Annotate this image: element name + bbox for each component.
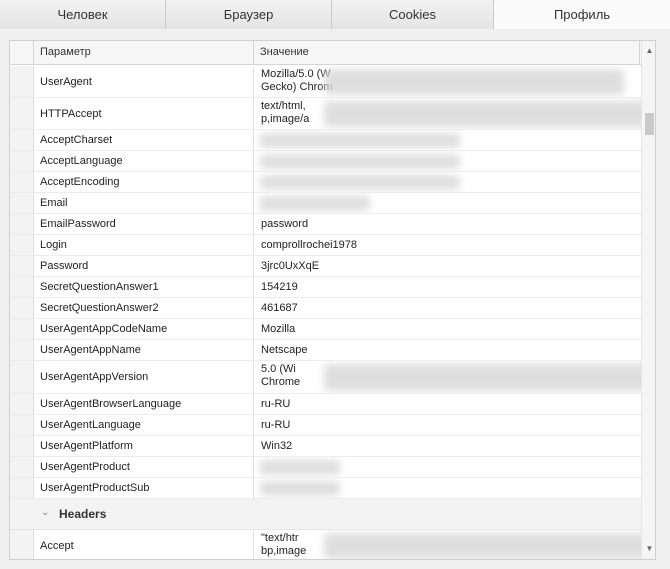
parameter-name: UserAgentLanguage <box>34 415 254 435</box>
tab-browser[interactable]: Браузер <box>166 0 332 29</box>
parameter-name: UserAgentProduct <box>34 457 254 477</box>
parameter-name: Email <box>34 193 254 213</box>
table-row[interactable]: UserAgentAppVersion 5.0 (Wi Chrome <box>10 361 641 394</box>
tab-cookies[interactable]: Cookies <box>332 0 494 29</box>
parameter-name: AcceptEncoding <box>34 172 254 192</box>
parameter-name: EmailPassword <box>34 214 254 234</box>
parameter-name: UserAgent <box>34 66 254 97</box>
arrow-down-icon[interactable]: ▼ <box>642 541 655 557</box>
value-text: 461687 <box>261 302 298 314</box>
parameter-name: AcceptLanguage <box>34 151 254 171</box>
parameter-value[interactable] <box>254 193 641 213</box>
redacted-value <box>260 196 370 211</box>
property-grid: Параметр Значение UserAgent Mozilla/5.0 (… <box>9 40 656 560</box>
table-row[interactable]: AcceptCharset <box>10 130 641 151</box>
parameter-value[interactable]: ru-RU <box>254 415 641 435</box>
redacted-value <box>260 154 460 169</box>
redacted-value <box>260 481 340 496</box>
parameter-name: Accept <box>34 530 254 559</box>
parameter-value[interactable]: password <box>254 214 641 234</box>
table-row[interactable]: Email <box>10 193 641 214</box>
parameter-name: UserAgentAppCodeName <box>34 319 254 339</box>
redacted-value <box>260 460 340 475</box>
parameter-value[interactable]: Netscape <box>254 340 641 360</box>
parameter-value[interactable]: text/html, p,image/a <box>254 98 641 129</box>
tab-bar: Человек Браузер Cookies Профиль <box>0 0 670 29</box>
parameter-value[interactable] <box>254 151 641 171</box>
parameter-value[interactable]: 154219 <box>254 277 641 297</box>
value-text: Netscape <box>261 344 308 356</box>
table-row[interactable]: Password 3jrc0UxXqE <box>10 256 641 277</box>
parameter-name: UserAgentPlatform <box>34 436 254 456</box>
parameter-name: AcceptCharset <box>34 130 254 150</box>
table-row[interactable]: UserAgentProduct <box>10 457 641 478</box>
parameter-name: UserAgentAppName <box>34 340 254 360</box>
grid-header: Параметр Значение <box>10 41 641 65</box>
parameter-name: HTTPAccept <box>34 98 254 129</box>
parameter-value[interactable]: ru-RU <box>254 394 641 414</box>
redacted-value <box>260 133 460 148</box>
value-text: 3jrc0UxXqE <box>261 260 320 272</box>
table-row[interactable]: UserAgent Mozilla/5.0 (W Gecko) Chrom <box>10 66 641 98</box>
parameter-name: UserAgentBrowserLanguage <box>34 394 254 414</box>
parameter-value[interactable] <box>254 457 641 477</box>
arrow-up-icon[interactable]: ▲ <box>642 43 655 59</box>
table-row[interactable]: Accept "text/htr bp,image <box>10 530 641 559</box>
vertical-scrollbar[interactable]: ▲ ▼ <box>641 41 655 559</box>
table-row[interactable]: AcceptLanguage <box>10 151 641 172</box>
table-row[interactable]: UserAgentAppCodeName Mozilla <box>10 319 641 340</box>
table-row[interactable]: UserAgentBrowserLanguage ru-RU <box>10 394 641 415</box>
column-header-parameter[interactable]: Параметр <box>34 41 254 65</box>
table-row[interactable]: UserAgentLanguage ru-RU <box>10 415 641 436</box>
table-row[interactable]: SecretQuestionAnswer2 461687 <box>10 298 641 319</box>
tab-profile[interactable]: Профиль <box>494 0 670 29</box>
redacted-value <box>324 69 624 95</box>
parameter-value[interactable]: comprollrochei1978 <box>254 235 641 255</box>
value-text: Mozilla <box>261 323 296 335</box>
parameter-name: SecretQuestionAnswer1 <box>34 277 254 297</box>
value-text: 154219 <box>261 281 298 293</box>
parameter-name: Login <box>34 235 254 255</box>
parameter-value[interactable]: 5.0 (Wi Chrome <box>254 361 641 393</box>
table-row[interactable]: EmailPassword password <box>10 214 641 235</box>
parameter-name: SecretQuestionAnswer2 <box>34 298 254 318</box>
value-text: password <box>261 218 309 230</box>
parameter-value[interactable]: Win32 <box>254 436 641 456</box>
parameter-value[interactable] <box>254 172 641 192</box>
table-row[interactable]: AcceptEncoding <box>10 172 641 193</box>
chevron-down-icon[interactable]: ⌄ <box>41 508 51 518</box>
parameter-value[interactable]: 3jrc0UxXqE <box>254 256 641 276</box>
grid-rows: UserAgent Mozilla/5.0 (W Gecko) Chrom HTTPA… <box>10 66 641 559</box>
table-row[interactable]: Login comprollrochei1978 <box>10 235 641 256</box>
scrollbar-thumb[interactable] <box>645 113 654 135</box>
tab-person[interactable]: Человек <box>0 0 166 29</box>
redacted-value <box>324 101 641 127</box>
redacted-value <box>324 364 641 391</box>
table-row[interactable]: SecretQuestionAnswer1 154219 <box>10 277 641 298</box>
header-gutter <box>10 41 34 65</box>
parameter-value[interactable] <box>254 130 641 150</box>
parameter-value[interactable] <box>254 478 641 498</box>
section-headers[interactable]: ⌄ Headers <box>10 499 641 530</box>
table-row[interactable]: UserAgentPlatform Win32 <box>10 436 641 457</box>
table-row[interactable]: UserAgentAppName Netscape <box>10 340 641 361</box>
section-title: Headers <box>59 507 107 521</box>
parameter-name: Password <box>34 256 254 276</box>
parameter-name: UserAgentAppVersion <box>34 361 254 393</box>
parameter-value[interactable]: Mozilla <box>254 319 641 339</box>
value-text: ru-RU <box>261 419 291 431</box>
table-row[interactable]: HTTPAccept text/html, p,image/a <box>10 98 641 130</box>
value-text: Win32 <box>261 440 293 452</box>
parameter-value[interactable]: Mozilla/5.0 (W Gecko) Chrom <box>254 66 641 97</box>
parameter-value[interactable]: "text/htr bp,image <box>254 530 641 559</box>
redacted-value <box>324 533 641 559</box>
redacted-value <box>260 175 460 190</box>
parameter-name: UserAgentProductSub <box>34 478 254 498</box>
value-text: comprollrochei1978 <box>261 239 357 251</box>
parameter-value[interactable]: 461687 <box>254 298 641 318</box>
table-row[interactable]: UserAgentProductSub <box>10 478 641 499</box>
value-text: ru-RU <box>261 398 291 410</box>
column-header-value[interactable]: Значение <box>254 41 640 65</box>
